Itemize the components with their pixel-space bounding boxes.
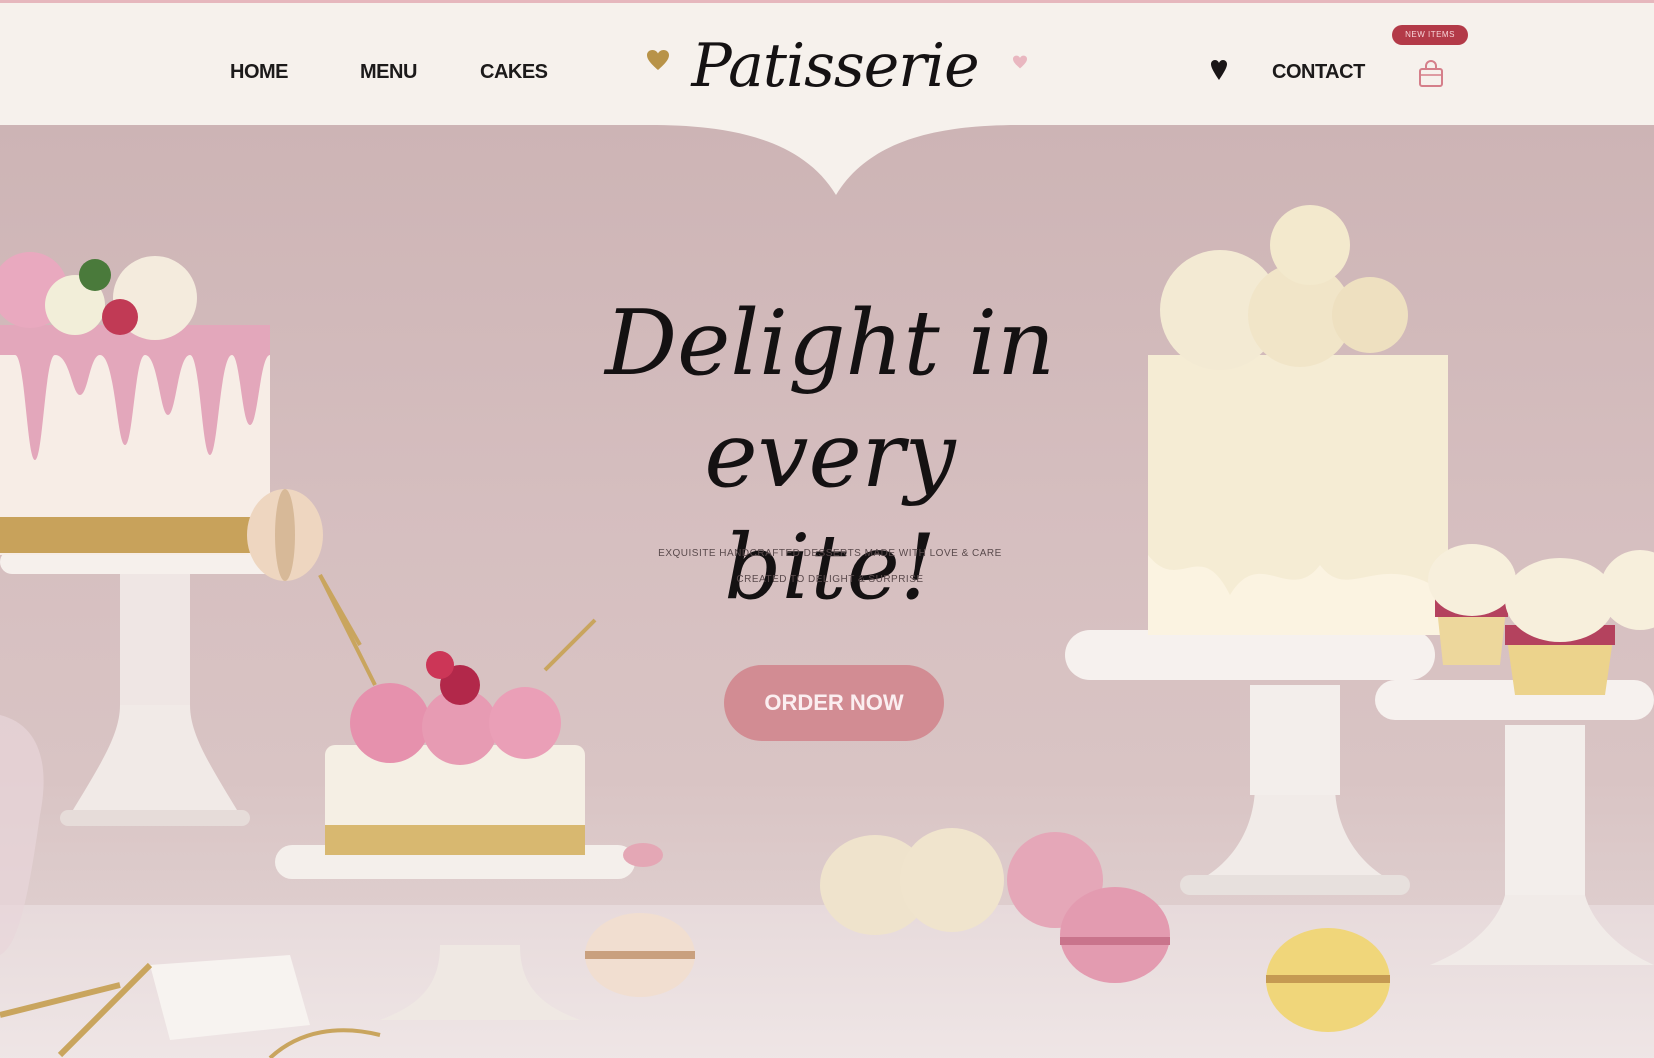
glass-jar-illustration <box>0 715 44 955</box>
nav-cakes[interactable]: CAKES <box>480 61 548 84</box>
heart-gold-icon <box>647 50 669 70</box>
cart-badge: NEW ITEMS <box>1392 25 1468 45</box>
heart-pink-icon <box>1013 55 1027 69</box>
nav-menu[interactable]: MENU <box>360 61 417 84</box>
nav-contact[interactable]: CONTACT <box>1272 61 1365 84</box>
hero-subtext-line1: EXQUISITE HANDCRAFTED DESSERTS MADE WITH… <box>658 548 1002 559</box>
heart-black-icon <box>1211 60 1227 80</box>
hero-headline-line2: every bite! <box>704 403 956 620</box>
site-logo[interactable]: Patisserie <box>690 31 980 101</box>
navbar: HOME MENU CAKES Patisserie CONTACT NEW I… <box>0 3 1654 125</box>
shopping-bag-icon[interactable] <box>1416 59 1446 89</box>
hero-subtext-line2: CREATED TO DELIGHT & SURPRISE <box>736 574 924 585</box>
cream-cake-illustration <box>1065 205 1448 895</box>
hero-section: Delight in every bite! EXQUISITE HANDCRA… <box>0 125 1654 1058</box>
hero-headline-line1: Delight in <box>604 291 1056 396</box>
nav-home[interactable]: HOME <box>230 61 289 84</box>
nav-scallop-edge <box>0 125 1654 195</box>
cutlery-illustration <box>0 955 381 1058</box>
drip-cake-illustration <box>0 252 377 826</box>
pink-cake-illustration <box>275 574 635 1020</box>
order-now-button[interactable]: ORDER NOW <box>724 665 944 741</box>
